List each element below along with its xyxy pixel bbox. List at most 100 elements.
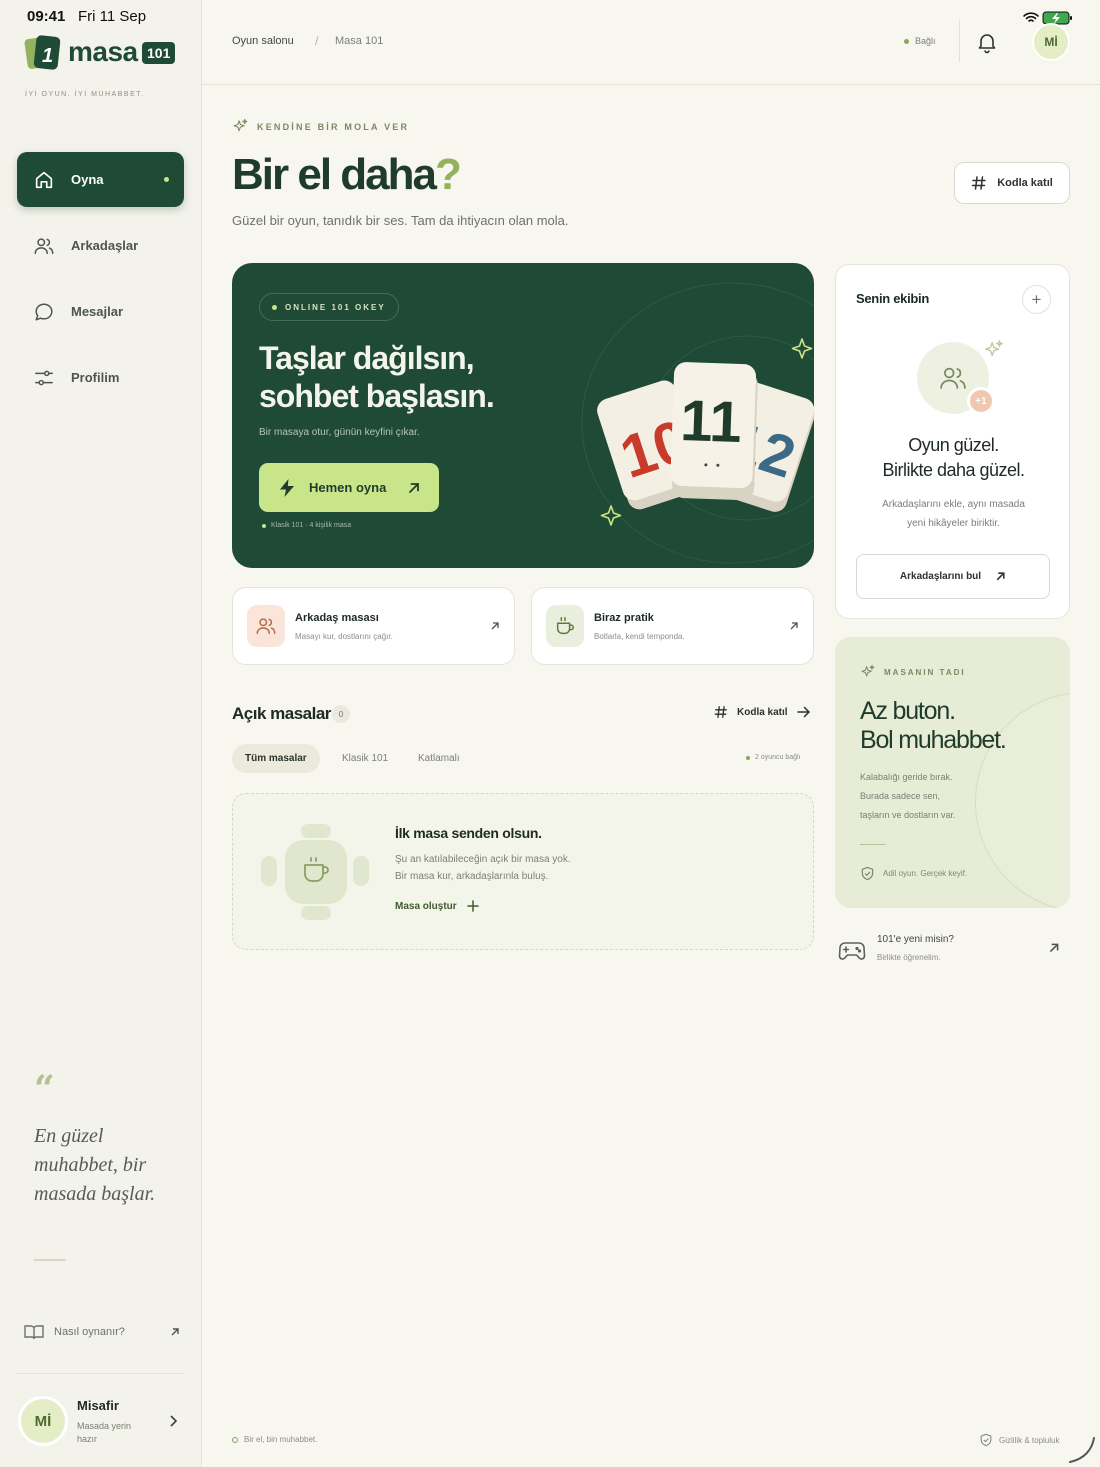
hash-icon [714,706,727,718]
sidebar-item-label: Arkadaşlar [71,238,139,253]
brand-badge: 101 [142,42,176,64]
filter-all-tables[interactable]: Tüm masalar [232,744,320,773]
create-table-button[interactable]: Masa oluştur [395,900,479,912]
hero-badge: ONLINE 101 OKEY [259,293,399,321]
how-to-play-link[interactable]: Nasıl oynanır? [24,1324,180,1340]
bell-icon[interactable] [975,30,999,54]
arrow-up-right-icon [491,622,499,630]
arrow-up-right-icon [409,482,419,493]
sidebar-item-mesajlar[interactable]: Mesajlar [17,284,184,339]
hero-meta-label: Klasik 101 · 4 kişilik masa [271,522,352,529]
team-text: Arkadaşlarını ekle, aynı masada yeni hik… [836,495,1071,533]
arrow-up-right-icon[interactable] [1048,942,1060,954]
card-title: Arkadaş masası [295,611,379,624]
taste-footer: Adil oyun. Gerçek keyif. [860,866,967,881]
avatar[interactable]: Mİ [21,1399,65,1443]
hero-subtitle: Bir masaya otur, günün keyfini çıkar. [259,427,420,438]
hash-icon [971,176,986,190]
join-with-code-label: Kodla katıl [737,706,788,718]
new-to-101-title[interactable]: 101'e yeni misin? [877,934,954,945]
taste-footer-label: Adil oyun. Gerçek keyif. [883,869,968,878]
page-title-mark: ? [434,150,462,199]
sparkle-icon [233,118,248,132]
sidebar-item-label: Oyna [71,172,104,187]
avatar[interactable]: Mİ [1034,25,1068,59]
team-card: Senin ekibin + +1 Oyun güzel. Birlikte d… [835,264,1070,619]
team-title: Senin ekibin [856,291,929,306]
join-with-code-button[interactable]: Kodla katıl [954,162,1070,204]
users-icon [247,605,285,647]
page-subtitle: Güzel bir oyun, tanıdık bir ses. Tam da … [232,213,569,228]
card-text: Arkadaş masası Masayı kur, dostlarını ça… [295,612,393,641]
svg-text:1: 1 [42,45,53,67]
book-icon [24,1325,44,1340]
gamepad-icon [838,942,866,960]
page-title: Bir el daha? [232,150,462,200]
filter-classic-101[interactable]: Klasik 101 [329,744,401,773]
taste-text-line: taşların ve dostların var. [860,810,956,820]
new-to-101-subtitle: Birlikte öğrenelim. [877,953,941,962]
filter-katlamali[interactable]: Katlamalı [405,744,473,773]
team-heading-line: Birlikte daha güzel. [882,460,1025,480]
footer-left-text: Bir el, bin muhabbet. [244,1435,318,1444]
user-name: Misafir [77,1398,119,1413]
footer-left: Bir el, bin muhabbet. [232,1435,317,1444]
breadcrumb-separator: / [315,34,319,48]
taste-heading-line: Bol muhabbet. [860,726,1007,754]
online-count-label: 2 oyuncu bağlı [755,754,801,761]
find-friends-label: Arkadaşlarını bul [899,571,982,582]
breadcrumb-item[interactable]: Oyun salonu [232,35,294,47]
open-tables-title: Açık masalar [232,704,331,723]
sidebar-quote: En güzel muhabbet, bir masada başlar. [34,1125,156,1205]
sidebar-item-profilim[interactable]: Profilim [17,350,184,405]
page-title-text: Bir el daha [232,150,437,199]
topbar-divider [959,20,960,62]
practice-card[interactable]: Biraz pratik Botlarla, kendi temponda. [531,587,814,665]
hero-badge-label: ONLINE 101 OKEY [285,302,386,312]
sidebar-divider [17,1373,184,1374]
taste-eyebrow-text: MASANIN TADI [884,667,966,677]
shield-check-icon [861,866,874,881]
home-icon [35,171,53,188]
brand-tagline: İYİ OYUN. İYİ MUHABBET. [25,91,145,98]
card-subtitle: Masayı kur, dostlarını çağır. [295,631,393,641]
coffee-icon [546,605,584,647]
users-icon [940,367,966,389]
circle-icon [232,1436,238,1443]
hero-card: 10 12 11 ONLINE 101 OKEY Taşlar dağılsın… [232,263,814,568]
breadcrumb-current: Masa 101 [335,35,384,47]
play-now-button[interactable]: Hemen oyna [259,463,439,512]
live-dot [272,304,277,310]
friends-table-card[interactable]: Arkadaş masası Masayı kur, dostlarını ça… [232,587,515,665]
card-text: Biraz pratik Botlarla, kendi temponda. [594,612,685,641]
sidebar-item-label: Profilim [71,370,120,385]
sidebar-item-oyna[interactable]: Oyna [17,152,184,207]
hero-title-line: Taşlar dağılsın, [259,340,475,376]
chevron-right-icon[interactable] [168,1414,178,1428]
active-dot [164,177,169,182]
join-with-code-label: Kodla katıl [997,177,1053,189]
taste-text-line: Burada sadece sen, [860,791,941,801]
sidebar: 1 masa 101 İYİ OYUN. İYİ MUHABBET. Oyna … [0,0,202,1467]
how-to-play-label: Nasıl oynanır? [54,1326,125,1338]
quote-mark: “ [34,1068,55,1110]
sparkle-icon [985,340,1003,357]
arrow-right-icon [796,706,810,718]
card-title: Biraz pratik [594,611,654,624]
user-status: Masada yerin hazır [77,1421,132,1444]
arrow-up-right-icon [790,622,798,630]
plus-one-badge: +1 [967,387,995,415]
add-friend-button[interactable]: + [1022,285,1051,314]
sidebar-item-arkadaslar[interactable]: Arkadaşlar [17,218,184,273]
taste-heading-line: Az buton. [860,697,956,725]
join-with-code-link[interactable]: Kodla katıl [714,705,811,719]
status-time: 09:41 [27,8,66,25]
find-friends-button[interactable]: Arkadaşlarını bul [856,554,1050,599]
privacy-link[interactable]: Gizlilik & topluluk [979,1433,1059,1447]
hero-title: Taşlar dağılsın, sohbet başlasın. [259,339,559,415]
topbar: Oyun salonu / Masa 101 Bağlı Mİ [202,0,1100,85]
hero-meta: Klasik 101 · 4 kişilik masa [262,522,351,529]
connection-label: Bağlı [915,36,936,46]
brand-name: masa [68,36,138,67]
eyebrow: KENDİNE BİR MOLA VER [232,118,409,135]
